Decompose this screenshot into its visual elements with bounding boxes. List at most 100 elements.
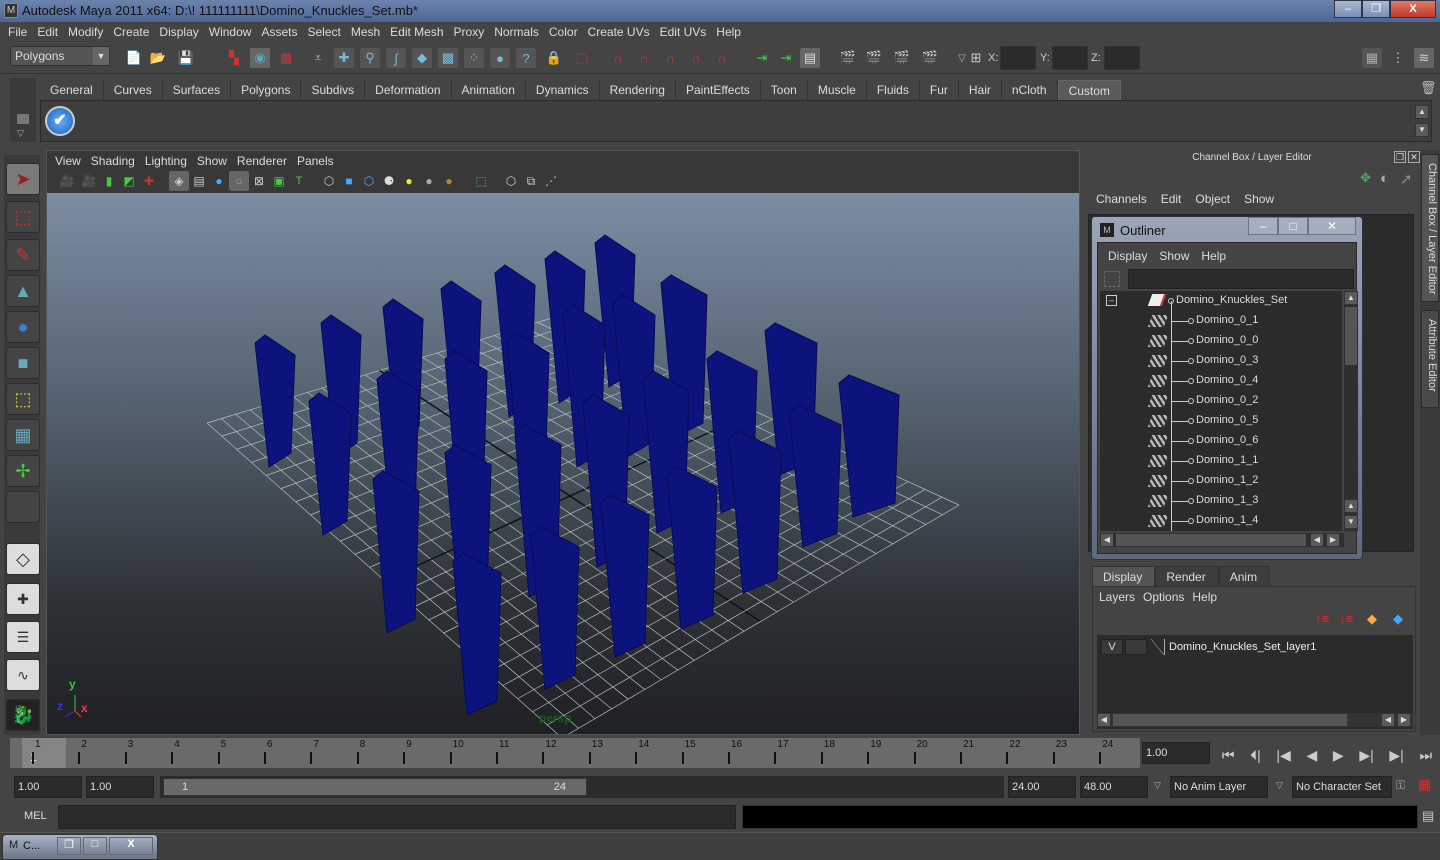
layer-visibility-toggle[interactable]: V (1101, 639, 1123, 655)
mel-input[interactable] (58, 805, 736, 829)
step-back-frame-icon[interactable]: ⏴| (1250, 747, 1261, 764)
snap-point-icon[interactable]: ∩ (660, 48, 680, 68)
layer-menu-layers[interactable]: Layers (1099, 590, 1143, 604)
shelf-tab-general[interactable]: General (40, 80, 104, 100)
select-dynamics-icon[interactable]: ⁘ (464, 48, 484, 68)
collapse-icon[interactable]: – (1106, 295, 1117, 306)
construction-history-icon[interactable]: ▤ (800, 48, 820, 68)
open-scene-icon[interactable]: 📂 (148, 48, 168, 68)
minimized-close-button[interactable]: X (109, 837, 153, 855)
outliner-item[interactable]: Domino_0_5 (1100, 411, 1342, 431)
outliner-vertical-scrollbar[interactable]: ▲ ▲ ▼ (1344, 291, 1358, 531)
camera-attributes-icon[interactable]: 🎥 (79, 171, 99, 191)
outliner-close-button[interactable]: ✕ (1308, 217, 1356, 235)
shelf-tab-dynamics[interactable]: Dynamics (525, 80, 600, 100)
shelf-tab-curves[interactable]: Curves (103, 80, 163, 100)
side-tab-channel-box[interactable]: Channel Box / Layer Editor (1421, 154, 1439, 302)
outliner-item[interactable]: Domino_0_1 (1100, 311, 1342, 331)
range-slider[interactable]: 1 24 (163, 778, 587, 796)
xray-joints-icon[interactable]: ⧉ (521, 171, 541, 191)
play-forwards-icon[interactable]: ▶ (1333, 747, 1344, 764)
soft-modification-tool-icon[interactable]: ▦ (6, 419, 40, 451)
go-to-start-icon[interactable]: ⏮ (1222, 747, 1235, 764)
step-forward-frame-icon[interactable]: ▶| (1389, 747, 1403, 764)
step-forward-key-icon[interactable]: ▶| (1359, 747, 1373, 764)
highlight-selection-icon[interactable]: ⬚ (572, 48, 592, 68)
safe-action-icon[interactable]: ▣ (269, 171, 289, 191)
menu-normals[interactable]: Normals (490, 22, 545, 42)
outliner-item[interactable]: Domino_0_6 (1100, 431, 1342, 451)
shelf-tab-deformation[interactable]: Deformation (365, 80, 452, 100)
safe-title-icon[interactable]: T (289, 171, 309, 191)
component-xray-icon[interactable]: ⋰ (541, 171, 561, 191)
layer-menu-options[interactable]: Options (1143, 590, 1192, 604)
toggle-attribute-editor-icon[interactable]: ▦ (1362, 48, 1382, 68)
close-button[interactable]: X (1390, 0, 1436, 18)
scroll-left-icon[interactable]: ◀ (1100, 533, 1114, 547)
persp-graph-layout-icon[interactable]: ∿ (6, 659, 40, 691)
2d-pan-zoom-icon[interactable]: ✚ (139, 171, 159, 191)
minimized-maximize-button[interactable]: □ (83, 837, 107, 855)
grid-toggle-icon[interactable]: ◈ (169, 171, 189, 191)
move-layer-up-icon[interactable]: ↑≡ (1315, 611, 1329, 626)
shelf-tab-toon[interactable]: Toon (760, 80, 808, 100)
viewport-menu-shading[interactable]: Shading (87, 151, 141, 171)
outliner-menu-show[interactable]: Show (1155, 249, 1197, 263)
menu-create[interactable]: Create (109, 22, 155, 42)
minimized-restore-button[interactable]: ❐ (57, 837, 81, 855)
scroll-up-icon[interactable]: ▲ (1344, 499, 1358, 513)
domino-mesh[interactable] (838, 374, 900, 518)
minimized-window[interactable]: M C... ❐ □ X (2, 834, 158, 860)
3d-scene[interactable]: y z x persp (47, 193, 1079, 734)
shelf-tab-hair[interactable]: Hair (958, 80, 1002, 100)
save-scene-icon[interactable]: 💾 (176, 48, 196, 68)
outliner-item[interactable]: Domino_1_4 (1100, 511, 1342, 531)
outliner-item[interactable]: Domino_0_4 (1100, 371, 1342, 391)
x-field[interactable] (1000, 46, 1036, 70)
side-tab-attribute-editor[interactable]: Attribute Editor (1421, 310, 1439, 408)
playback-end-field[interactable]: 24.00 (1008, 776, 1076, 798)
close-panel-icon[interactable]: ✕ (1408, 151, 1420, 163)
menu-edit[interactable]: Edit (33, 22, 64, 42)
input-ops-icon[interactable]: ⇥ (752, 48, 772, 68)
scroll-down-icon[interactable]: ▼ (1344, 515, 1358, 529)
domino-mesh[interactable] (666, 466, 718, 630)
script-editor-icon[interactable]: ▤ (1422, 808, 1434, 824)
isolate-select-icon[interactable]: ⬚ (471, 171, 491, 191)
lock-selection-icon[interactable]: 🔒 (544, 48, 564, 68)
shelf-tab-fur[interactable]: Fur (919, 80, 959, 100)
scroll-right-icon[interactable]: ▶ (1397, 713, 1411, 727)
move-tool-icon[interactable]: ▲ (6, 275, 40, 307)
scale-tool-icon[interactable]: ■ (6, 347, 40, 379)
shelf-tab-polygons[interactable]: Polygons (231, 80, 302, 100)
outliner-root-row[interactable]: – Domino_Knuckles_Set (1100, 291, 1342, 311)
field-chart-icon[interactable]: ⊠ (249, 171, 269, 191)
move-layer-down-icon[interactable]: ↓≡ (1339, 611, 1353, 626)
mel-label[interactable]: MEL (24, 810, 47, 822)
snap-view-plane-icon[interactable]: ∩ (686, 48, 706, 68)
last-tool-slot[interactable] (6, 491, 40, 523)
vertical-scroll-thumb[interactable] (1345, 307, 1357, 365)
outliner-minimize-button[interactable]: – (1248, 217, 1278, 235)
shelf-tab-muscle[interactable]: Muscle (807, 80, 867, 100)
menu-mesh[interactable]: Mesh (347, 22, 386, 42)
manipulator-axis-icon[interactable]: ✥ (1360, 170, 1371, 186)
viewport-menu-view[interactable]: View (51, 151, 87, 171)
scroll-right-icon[interactable]: ▶ (1326, 533, 1340, 547)
menu-display[interactable]: Display (155, 22, 204, 42)
minimize-button[interactable]: – (1334, 0, 1362, 18)
shelf-tab-subdivs[interactable]: Subdivs (301, 80, 366, 100)
snap-curve-icon[interactable]: ∩ (634, 48, 654, 68)
z-field[interactable] (1104, 46, 1140, 70)
menu-select[interactable]: Select (303, 22, 346, 42)
menu-modify[interactable]: Modify (64, 22, 109, 42)
lasso-tool-icon[interactable]: ⬚ (6, 201, 40, 233)
arrow-icon[interactable]: ➚ (1400, 170, 1413, 188)
select-by-component-icon[interactable]: ▦ (276, 48, 296, 68)
shelf-tab-ncloth[interactable]: nCloth (1001, 80, 1058, 100)
y-field[interactable] (1052, 46, 1088, 70)
toggle-channel-box-icon[interactable]: ≋ (1414, 48, 1434, 68)
domino-mesh[interactable] (372, 470, 420, 634)
shelf-tab-custom[interactable]: Custom (1057, 80, 1121, 100)
shelf-menu-icon[interactable]: ▽ (17, 128, 24, 139)
